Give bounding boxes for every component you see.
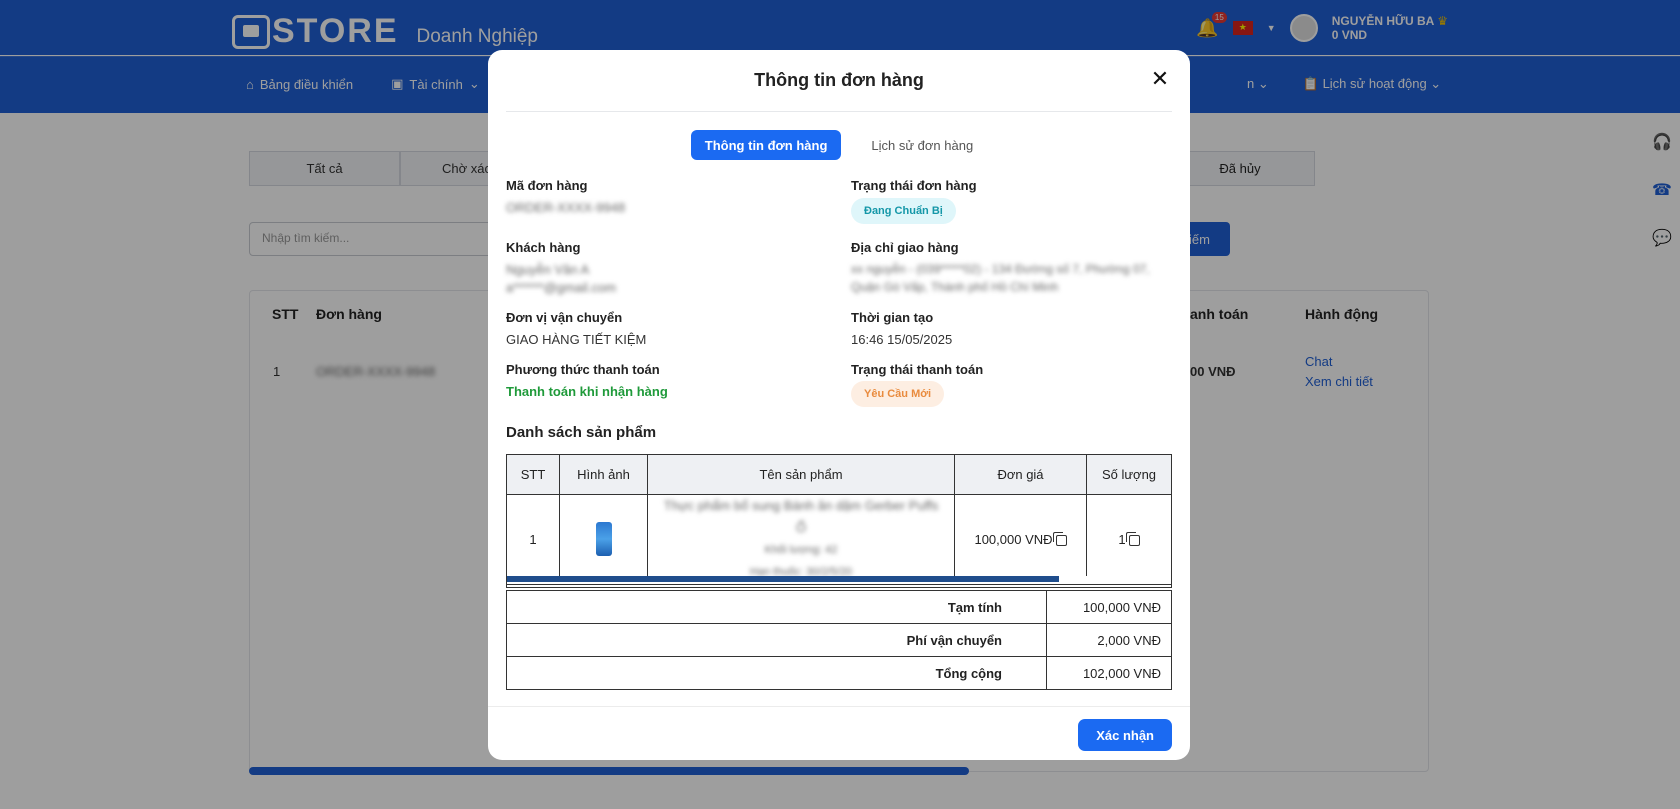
created-time-value: 16:46 15/05/2025 <box>851 332 953 347</box>
customer-name: Nguyễn Văn A <box>506 262 590 277</box>
product-name: Thực phẩm bổ sung Bánh ăn dặm Gerber Puf… <box>663 498 939 535</box>
order-status-badge: Đang Chuẩn Bị <box>851 198 956 224</box>
product-image <box>595 522 612 556</box>
address-line1: xx nguyễn - (039*****02) - 134 Đường số … <box>851 262 1150 276</box>
shipping-label: Phí vận chuyển <box>506 623 1047 657</box>
payment-status-label: Trạng thái thanh toán <box>851 362 984 377</box>
product-price: 100,000 VNĐ <box>974 531 1053 547</box>
tab-order-info[interactable]: Thông tin đơn hàng <box>690 130 842 160</box>
products-title: Danh sách sản phẩm <box>506 424 657 441</box>
order-info-modal: Thông tin đơn hàng ✕ Thông tin đơn hàng … <box>488 50 1190 760</box>
modal-tabs: Thông tin đơn hàng Lịch sử đơn hàng <box>488 130 1190 160</box>
th-price: Đơn giá <box>954 454 1087 495</box>
shipping-row: Phí vận chuyển 2,000 VNĐ <box>506 623 1172 657</box>
scrollbar-thumb[interactable] <box>507 576 1059 582</box>
summary-table: Tạm tính 100,000 VNĐ Phí vận chuyển 2,00… <box>506 590 1172 690</box>
order-code-label: Mã đơn hàng <box>506 178 588 193</box>
tab-order-history[interactable]: Lịch sử đơn hàng <box>857 130 987 160</box>
modal-footer: Xác nhận <box>488 706 1190 760</box>
customer-label: Khách hàng <box>506 240 581 255</box>
modal-header: Thông tin đơn hàng ✕ <box>506 50 1172 112</box>
product-qty: 1 <box>1118 531 1126 547</box>
created-time-label: Thời gian tạo <box>851 310 934 325</box>
customer-email: a******@gmail.com <box>506 280 617 295</box>
product-price-cell: 100,000 VNĐ <box>954 494 1087 584</box>
th-qty: Số lượng <box>1086 454 1172 495</box>
order-status-label: Trạng thái đơn hàng <box>851 178 977 193</box>
product-name-cell: Thực phẩm bổ sung Bánh ăn dặm Gerber Puf… <box>647 494 955 584</box>
products-table-scrollbar[interactable] <box>506 576 1172 588</box>
close-icon[interactable]: ✕ <box>1148 67 1172 91</box>
th-stt: STT <box>506 454 560 495</box>
total-row: Tổng cộng 102,000 VNĐ <box>506 656 1172 690</box>
subtotal-label: Tạm tính <box>506 590 1047 624</box>
carrier-value: GIAO HÀNG TIẾT KIỆM <box>506 332 647 347</box>
modal-title: Thông tin đơn hàng <box>754 70 924 90</box>
payment-status-badge: Yêu Cầu Mới <box>851 381 945 407</box>
payment-method-label: Phương thức thanh toán <box>506 362 660 377</box>
product-qty-cell: 1 <box>1086 494 1172 584</box>
products-header-row: STT Hình ảnh Tên sản phẩm Đơn giá Số lượ… <box>506 454 1172 495</box>
products-table: STT Hình ảnh Tên sản phẩm Đơn giá Số lượ… <box>506 454 1172 584</box>
th-image: Hình ảnh <box>559 454 648 495</box>
carrier-label: Đơn vị vận chuyển <box>506 310 623 325</box>
subtotal-value: 100,000 VNĐ <box>1046 590 1172 624</box>
address-line2: Quận Gò Vấp, Thành phố Hồ Chí Minh <box>851 280 1059 294</box>
product-image-cell <box>559 494 648 584</box>
table-row: 1 Thực phẩm bổ sung Bánh ăn dặm Gerber P… <box>506 494 1172 584</box>
total-label: Tổng cộng <box>506 656 1047 690</box>
product-variant: Khối lượng: 42 <box>764 544 838 556</box>
copy-icon[interactable] <box>1052 531 1067 546</box>
th-name: Tên sản phẩm <box>647 454 955 495</box>
copy-icon[interactable] <box>1125 531 1140 546</box>
payment-method-value: Thanh toán khi nhận hàng <box>506 384 668 399</box>
subtotal-row: Tạm tính 100,000 VNĐ <box>506 590 1172 624</box>
product-stt: 1 <box>506 494 560 584</box>
shipping-value: 2,000 VNĐ <box>1046 623 1172 657</box>
total-value: 102,000 VNĐ <box>1046 656 1172 690</box>
address-label: Địa chỉ giao hàng <box>851 240 959 255</box>
confirm-button[interactable]: Xác nhận <box>1078 719 1172 751</box>
order-code-value: ORDER-XXXX-9948 <box>506 200 626 215</box>
scrollbar-track-line <box>507 584 1171 585</box>
